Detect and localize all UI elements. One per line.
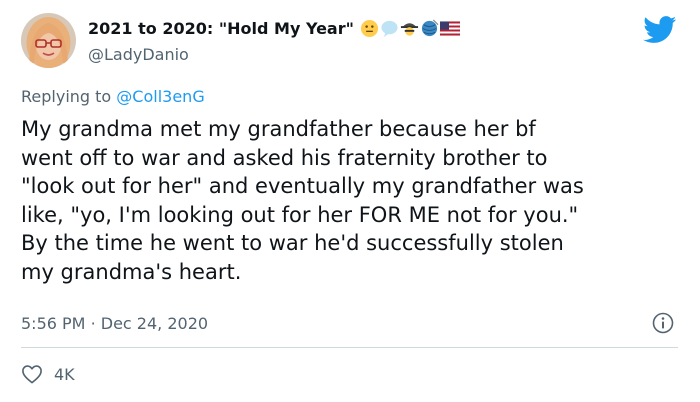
replying-to: Replying to @Coll3enG [21,87,205,106]
tweet-text: My grandma met my grandfather because he… [21,115,686,287]
us-flag-icon [439,21,460,36]
display-name[interactable]: 2021 to 2020: "Hold My Year" [88,19,354,38]
name-emojis [360,19,460,38]
tweet-line: like, "yo, I'm looking out for her FOR M… [21,202,579,227]
reply-mention-link[interactable]: @Coll3enG [116,87,204,106]
neutral-face-emoji-icon [360,19,379,38]
replying-prefix: Replying to [21,87,112,106]
detective-icon [400,23,419,36]
avatar[interactable] [21,13,76,68]
tweet-line: By the time he went to war he'd successf… [21,231,564,256]
divider [21,347,678,348]
info-icon[interactable] [651,311,675,335]
tweet-line: went off to war and asked his fraternity… [21,145,548,170]
speech-bubble-icon [381,20,398,38]
tweet-date[interactable]: Dec 24, 2020 [101,314,208,333]
like-count: 4K [54,364,75,384]
tweet-timestamp[interactable]: 5:56 PM · Dec 24, 2020 [21,314,208,333]
avatar-image [21,13,76,68]
yarn-icon [421,19,439,37]
heart-icon[interactable] [21,364,43,384]
tweet-line: "look out for her" and eventually my gra… [21,174,584,199]
like-action[interactable]: 4K [21,364,75,384]
display-name-row[interactable]: 2021 to 2020: "Hold My Year" [88,19,460,38]
user-handle[interactable]: @LadyDanio [88,45,189,64]
tweet-line: My grandma met my grandfather because he… [21,117,536,141]
tweet-time[interactable]: 5:56 PM [21,314,85,333]
tweet-line: my grandma's heart. [21,259,242,284]
twitter-bird-icon[interactable] [643,16,677,44]
timestamp-separator: · [90,314,96,333]
